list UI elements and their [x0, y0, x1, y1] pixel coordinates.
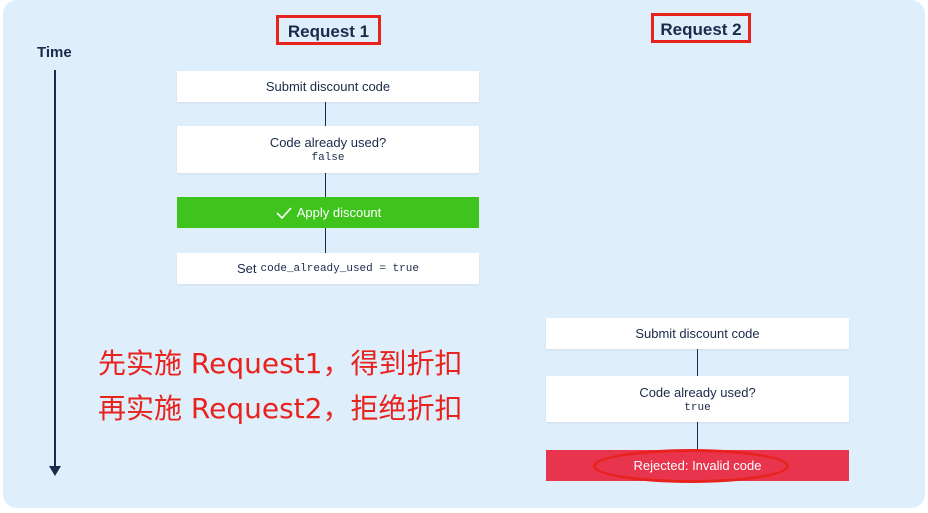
r2-submit-step: Submit discount code	[546, 318, 849, 349]
r1-set-code: code_already_used = true	[260, 262, 419, 275]
r1-connector-3	[325, 228, 326, 253]
r1-check-step: Code already used? false	[177, 126, 479, 173]
check-icon	[276, 206, 292, 219]
annotation-line-2: 再实施 Request2，拒绝折扣	[98, 392, 463, 425]
r1-apply-label: Apply discount	[296, 205, 382, 220]
r1-submit-step: Submit discount code	[177, 71, 479, 102]
request-2-header: Request 2	[651, 13, 751, 43]
r1-check-label: Code already used?	[269, 135, 387, 150]
r1-apply-step: Apply discount	[177, 197, 479, 228]
time-axis-arrow-icon	[49, 466, 61, 476]
r2-connector-1	[697, 349, 698, 376]
r1-set-step: Set code_already_used = true	[177, 253, 479, 284]
r1-submit-label: Submit discount code	[265, 79, 391, 94]
r2-check-step: Code already used? true	[546, 376, 849, 422]
r2-submit-label: Submit discount code	[635, 326, 760, 341]
time-axis-label: Time	[37, 44, 72, 61]
r1-check-value: false	[311, 152, 345, 164]
r1-connector-2	[325, 173, 326, 197]
r1-connector-1	[325, 102, 326, 126]
request-1-header: Request 1	[276, 15, 381, 45]
r1-set-prefix: Set	[237, 261, 257, 276]
r2-connector-2	[697, 422, 698, 450]
r2-check-value: true	[684, 401, 711, 414]
time-axis-line	[54, 70, 56, 468]
annotation-line-1: 先实施 Request1，得到折扣	[98, 347, 463, 380]
r2-check-label: Code already used?	[639, 384, 756, 400]
rejected-highlight-circle	[593, 449, 789, 483]
